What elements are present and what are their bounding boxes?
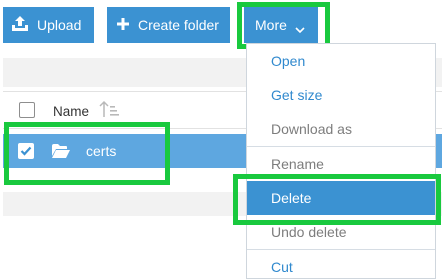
- more-dropdown-menu: Open Get size Download as Rename Delete …: [246, 43, 436, 279]
- menu-item-label: Rename: [271, 156, 324, 172]
- more-button-highlight: [237, 2, 330, 49]
- menu-item-cut[interactable]: Cut: [247, 250, 435, 279]
- menu-item-label: Open: [271, 53, 306, 69]
- menu-item-label: Cut: [271, 259, 293, 275]
- create-folder-label: Create folder: [138, 17, 219, 33]
- select-all-checkbox[interactable]: [19, 102, 35, 118]
- delete-item-highlight: [233, 174, 441, 225]
- upload-button[interactable]: Upload: [3, 7, 94, 43]
- menu-item-open[interactable]: Open: [247, 44, 435, 78]
- upload-label: Upload: [37, 17, 82, 33]
- menu-item-label: Undo delete: [271, 224, 347, 240]
- upload-icon: [12, 16, 28, 34]
- name-column-header[interactable]: Name: [53, 104, 89, 119]
- file-manager: Upload Create folder More Name certs Ope…: [0, 0, 442, 279]
- menu-item-label: Get size: [271, 87, 323, 103]
- menu-item-download-as[interactable]: Download as: [247, 112, 435, 146]
- plus-icon: [117, 17, 129, 33]
- menu-item-label: Download as: [271, 121, 352, 137]
- create-folder-button[interactable]: Create folder: [107, 7, 230, 43]
- sort-ascending-icon[interactable]: [99, 100, 121, 123]
- menu-item-get-size[interactable]: Get size: [247, 78, 435, 112]
- row-highlight: [4, 122, 170, 185]
